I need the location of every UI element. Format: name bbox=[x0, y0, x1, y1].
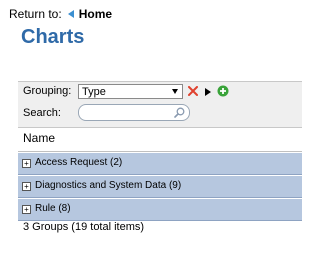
return-label: Return to: bbox=[9, 7, 62, 21]
home-link[interactable]: Home bbox=[79, 7, 112, 21]
group-label: Access Request (2) bbox=[35, 157, 123, 168]
group-row[interactable]: + Rule (8) bbox=[18, 199, 302, 221]
grouping-selected-value: Type bbox=[82, 86, 106, 98]
name-column-header[interactable]: Name bbox=[18, 127, 302, 152]
grouping-select[interactable]: Type bbox=[78, 84, 183, 99]
group-row[interactable]: + Diagnostics and System Data (9) bbox=[18, 176, 302, 198]
return-nav: Return to: Home bbox=[9, 7, 112, 21]
group-label: Rule (8) bbox=[35, 203, 71, 214]
group-label: Diagnostics and System Data (9) bbox=[35, 180, 182, 191]
page-title: Charts bbox=[21, 26, 85, 48]
expand-plus-icon[interactable]: + bbox=[22, 205, 31, 214]
caret-down-icon bbox=[172, 89, 178, 94]
add-icon[interactable] bbox=[217, 85, 229, 97]
expand-plus-icon[interactable]: + bbox=[22, 182, 31, 191]
search-box bbox=[78, 104, 190, 122]
grouping-label: Grouping: bbox=[23, 85, 72, 97]
group-row[interactable]: + Access Request (2) bbox=[18, 153, 302, 175]
expand-plus-icon[interactable]: + bbox=[22, 159, 31, 168]
grouping-toolbar: Grouping: Type Search: bbox=[18, 81, 302, 128]
groups-summary: 3 Groups (19 total items) bbox=[23, 221, 145, 233]
remove-x-icon[interactable] bbox=[188, 86, 198, 96]
search-label: Search: bbox=[23, 107, 61, 119]
search-input[interactable] bbox=[85, 108, 173, 122]
search-icon[interactable] bbox=[174, 107, 185, 118]
play-icon[interactable] bbox=[205, 88, 211, 96]
home-arrow-icon bbox=[67, 10, 74, 18]
name-column-label: Name bbox=[23, 131, 56, 145]
